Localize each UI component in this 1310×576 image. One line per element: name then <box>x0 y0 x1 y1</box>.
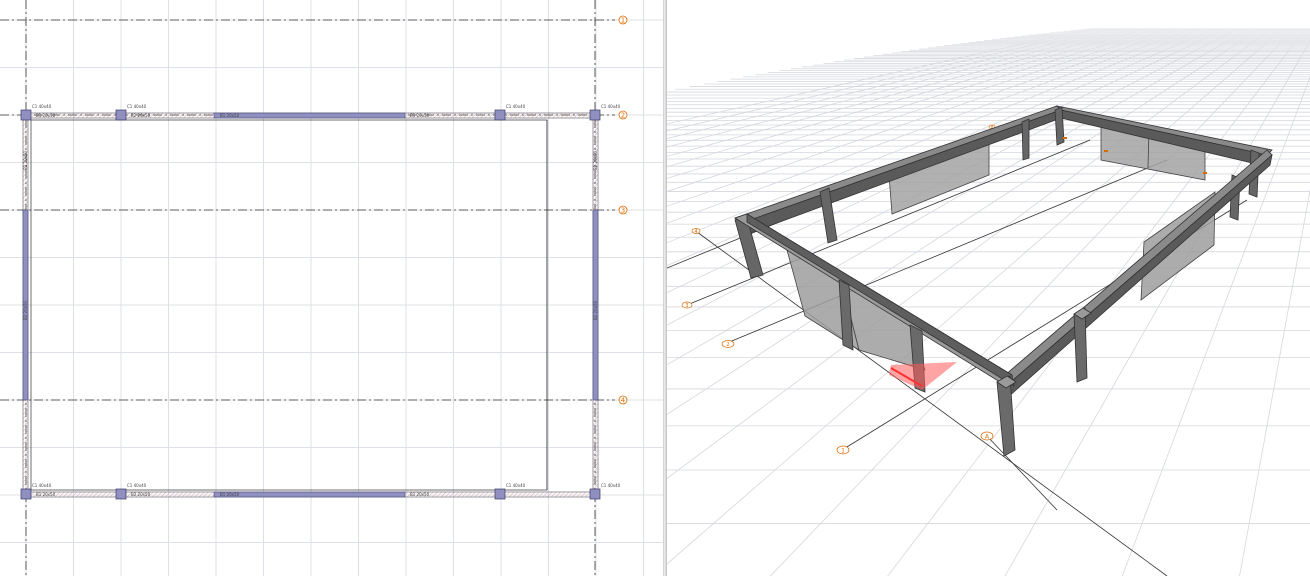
beam-tag: B2 20x50 <box>593 150 598 170</box>
column[interactable] <box>589 488 601 500</box>
ground-grid-line <box>667 28 1227 294</box>
ground-grid <box>667 28 1310 576</box>
model-grid-bubble[interactable]: 4 <box>691 228 701 236</box>
ground-grid-line <box>1239 188 1310 576</box>
ground-grid-line <box>667 28 1261 415</box>
beam-tag: B2 20x50 <box>23 150 28 170</box>
wall-top[interactable] <box>213 112 406 119</box>
axis-line-3d <box>986 435 1058 511</box>
column-tag: C1 40x40 <box>506 483 526 488</box>
horizon-fade <box>667 0 1310 60</box>
beam-tag: B2 20x50 <box>23 300 28 320</box>
column-3d[interactable] <box>1054 106 1065 146</box>
front-beam[interactable] <box>734 213 1015 387</box>
column-3d[interactable] <box>1021 118 1030 161</box>
plan-axis-lines <box>0 0 615 576</box>
ground-grid-line <box>667 28 1216 267</box>
grid-bubble-label: 4 <box>621 397 626 405</box>
beam-tag: B1 20x50 <box>410 113 430 118</box>
model-3d-view-pane[interactable]: 4 3 2 1 A B <box>667 0 1310 576</box>
grid-bubble-label: 3 <box>685 303 688 309</box>
column-tag: C1 40x40 <box>32 483 52 488</box>
wall-bottom[interactable] <box>213 491 406 498</box>
grid-bubble-label: 2 <box>621 112 625 120</box>
column-tag: C1 40x40 <box>127 104 147 109</box>
grid-bubble-label: 1 <box>621 17 625 25</box>
model-grid-bubble[interactable]: 2 <box>721 340 735 349</box>
column-tag: C1 40x40 <box>601 104 621 109</box>
beam-tag: B1 20x50 <box>36 113 56 118</box>
plan-grid-bubble-1[interactable]: 1 <box>618 15 628 25</box>
ground-grid-line <box>667 28 1159 179</box>
right-beam[interactable] <box>996 149 1273 399</box>
model-grid-bubble[interactable]: 3 <box>681 301 693 309</box>
column-tag: C1 40x40 <box>601 483 621 488</box>
beam-tag: B1 20x50 <box>36 492 56 497</box>
column[interactable] <box>115 109 127 121</box>
column-tag: C1 40x40 <box>127 483 147 488</box>
selection-highlight[interactable] <box>889 362 957 390</box>
beam-tag: B2 20x50 <box>131 113 151 118</box>
grid-bubble-label: 1 <box>841 448 845 455</box>
ground-grid-line <box>667 28 1272 479</box>
column[interactable] <box>20 488 32 500</box>
column[interactable] <box>494 109 506 121</box>
plan-grid-bubble-4[interactable]: 4 <box>618 395 628 405</box>
grid-bubble-label: 2 <box>726 342 729 348</box>
plan-view-pane[interactable]: 1 2 3 4 B1 20x50 B2 20x50 B1 20x50 B1 20… <box>0 0 663 576</box>
beam-tag: B1 20x50 <box>410 492 430 497</box>
app-window: 1 2 3 4 B1 20x50 B2 20x50 B1 20x50 B1 20… <box>0 0 1310 576</box>
plan-grid-bubble-3[interactable]: 3 <box>618 205 628 215</box>
column-3d[interactable] <box>1073 307 1088 383</box>
column[interactable] <box>20 109 32 121</box>
model-grid-bubble[interactable]: A <box>980 431 994 441</box>
beam-tag: B1 20x50 <box>220 113 240 118</box>
ground-grid-line <box>667 28 1284 565</box>
beam-tag: B1 20x50 <box>220 492 240 497</box>
column[interactable] <box>115 488 127 500</box>
beam-tag: B2 20x50 <box>593 300 598 320</box>
grid-bubble-label: 4 <box>694 229 697 235</box>
plan-background-grid <box>0 0 663 576</box>
model-grid-bubble[interactable]: 1 <box>836 445 850 455</box>
plan-grid-bubble-2[interactable]: 2 <box>618 110 628 120</box>
ground-grid-line <box>1121 76 1310 576</box>
plan-column-tags: C1 40x40 C1 40x40 C1 40x40 C1 40x40 C1 4… <box>32 104 621 488</box>
column[interactable] <box>589 109 601 121</box>
back-beam[interactable] <box>734 105 1062 237</box>
beam-tag: B2 20x50 <box>131 492 151 497</box>
column[interactable] <box>494 488 506 500</box>
model-3d-canvas[interactable]: 4 3 2 1 A B <box>667 0 1310 576</box>
column-tag: C1 40x40 <box>506 104 526 109</box>
column-tag: C1 40x40 <box>32 104 52 109</box>
grid-bubble-label: 3 <box>621 207 625 215</box>
plan-canvas[interactable]: 1 2 3 4 B1 20x50 B2 20x50 B1 20x50 B1 20… <box>0 0 663 576</box>
